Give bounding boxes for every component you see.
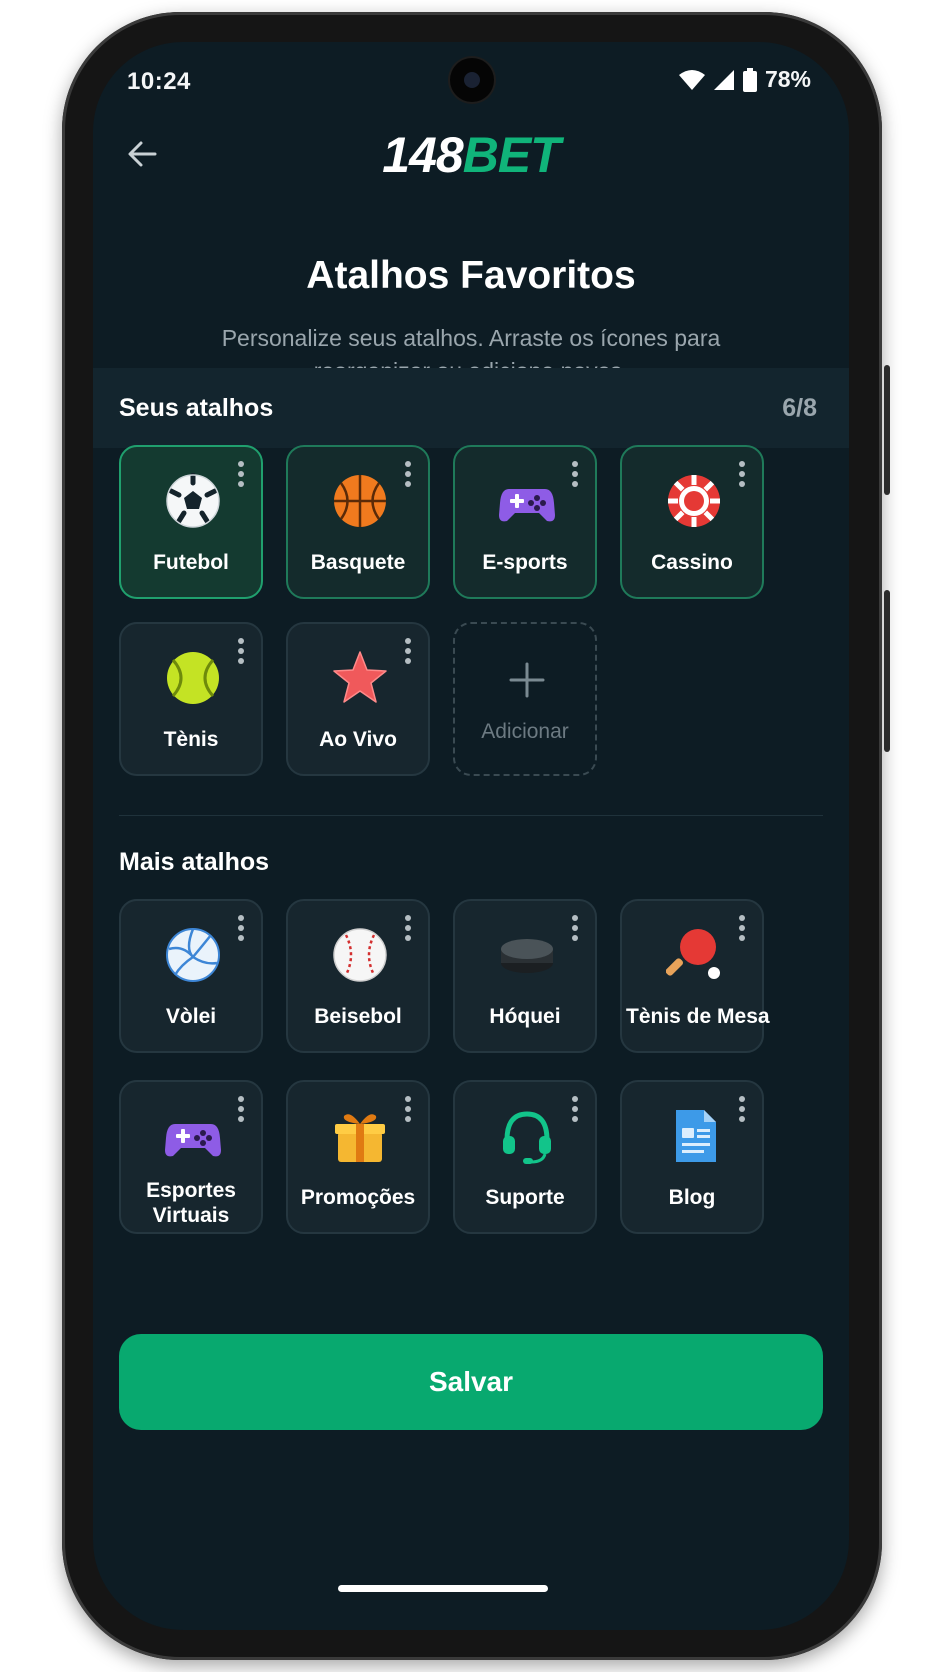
shortcut-tile-suporte[interactable]: Suporte	[453, 1080, 597, 1234]
battery-icon	[742, 67, 757, 92]
tile-label: Vòlei	[165, 1005, 217, 1028]
tennis-ball-icon	[167, 652, 219, 704]
tile-label: Ao Vivo	[319, 728, 397, 751]
tile-label: Cassino	[651, 551, 733, 574]
shortcut-tile-basquete[interactable]: Basquete	[286, 445, 430, 599]
logo-word: BET	[462, 127, 561, 183]
favorites-title: Seus atalhos	[119, 394, 274, 422]
tile-label: Promoções	[300, 1186, 416, 1209]
tile-label: Suporte	[485, 1186, 565, 1209]
tile-menu-icon[interactable]	[738, 461, 746, 491]
tile-label: Hóquei	[489, 1005, 561, 1028]
tile-label: Tènis de Mesa	[626, 1005, 770, 1028]
shortcut-tile-futebol[interactable]: Futebol	[119, 445, 263, 599]
tile-menu-icon[interactable]	[738, 1096, 746, 1126]
tile-menu-icon[interactable]	[571, 1096, 579, 1126]
basketball-icon	[334, 475, 386, 527]
cell-signal-icon	[713, 69, 734, 90]
tile-menu-icon[interactable]	[404, 638, 412, 668]
shortcut-tile-ao-vivo[interactable]: Ao Vivo	[286, 622, 430, 776]
app-screen: 10:24 78% 148BET Atalhos Favoritos Perso…	[93, 42, 849, 1630]
tile-label: Tènis	[163, 728, 219, 751]
gift-icon	[335, 1114, 385, 1162]
tile-label: Esportes Virtuais	[146, 1179, 236, 1227]
battery-percent: 78%	[764, 66, 811, 92]
tile-menu-icon[interactable]	[571, 915, 579, 945]
volume-button	[884, 365, 890, 495]
status-time: 10:24	[127, 68, 191, 95]
status-bar: 10:24 78%	[93, 42, 849, 126]
shortcut-tile-cassino[interactable]: Cassino	[620, 445, 764, 599]
add-shortcut-label: Adicionar	[481, 720, 569, 743]
gamepad-icon	[499, 489, 555, 522]
favorites-count: 6/8	[782, 394, 817, 422]
tile-label: Beisebol	[314, 1005, 402, 1028]
tile-menu-icon[interactable]	[237, 461, 245, 491]
logo-number: 148	[382, 127, 463, 183]
plus-icon	[509, 662, 545, 698]
tile-menu-icon[interactable]	[404, 461, 412, 491]
shortcut-tile-tenis-de-mesa[interactable]: Tènis de Mesa	[620, 899, 770, 1053]
status-icons: 78%	[678, 66, 811, 93]
tile-menu-icon[interactable]	[237, 638, 245, 668]
add-shortcut-button[interactable]: Adicionar	[453, 622, 597, 776]
brand-logo: 148BET	[93, 126, 849, 184]
tile-label: Basquete	[310, 551, 406, 574]
shortcut-tile-blog[interactable]: Blog	[620, 1080, 764, 1234]
baseball-icon	[333, 928, 387, 982]
home-indicator[interactable]	[338, 1585, 548, 1592]
star-icon	[333, 651, 387, 703]
soccer-ball-icon	[166, 473, 220, 528]
document-icon	[676, 1110, 716, 1162]
tile-label: Blog	[668, 1186, 716, 1209]
wifi-icon	[678, 69, 705, 90]
virtual-gamepad-icon	[165, 1124, 221, 1157]
tile-label: Futebol	[153, 551, 229, 574]
casino-chip-icon	[668, 475, 720, 527]
headset-icon	[503, 1111, 551, 1164]
ping-pong-icon	[666, 929, 720, 979]
shortcut-tile-hoquei[interactable]: Hóquei	[453, 899, 597, 1053]
shortcut-tile-volei[interactable]: Vòlei	[119, 899, 263, 1053]
shortcut-tile-tenis[interactable]: Tènis	[119, 622, 263, 776]
save-button[interactable]: Salvar	[119, 1334, 823, 1430]
more-title: Mais atalhos	[119, 848, 270, 876]
shortcut-tile-esportes-virtuais[interactable]: Esportes Virtuais	[119, 1080, 263, 1234]
tile-menu-icon[interactable]	[738, 915, 746, 945]
section-divider	[119, 815, 823, 816]
hockey-puck-icon	[501, 939, 553, 973]
volleyball-icon	[166, 928, 220, 982]
tile-menu-icon[interactable]	[404, 1096, 412, 1126]
tile-menu-icon[interactable]	[237, 915, 245, 945]
front-camera	[450, 58, 494, 102]
favorites-header: Seus atalhos 6/8	[93, 368, 849, 448]
tile-menu-icon[interactable]	[571, 461, 579, 491]
shortcut-tile-esports[interactable]: E-sports	[453, 445, 597, 599]
shortcut-tile-beisebol[interactable]: Beisebol	[286, 899, 430, 1053]
shortcut-tile-promocoes[interactable]: Promoções	[286, 1080, 430, 1234]
power-button	[884, 590, 890, 752]
tile-label: E-sports	[482, 551, 568, 574]
page-title: Atalhos Favoritos	[306, 254, 636, 297]
tile-menu-icon[interactable]	[237, 1096, 245, 1126]
tile-menu-icon[interactable]	[404, 915, 412, 945]
